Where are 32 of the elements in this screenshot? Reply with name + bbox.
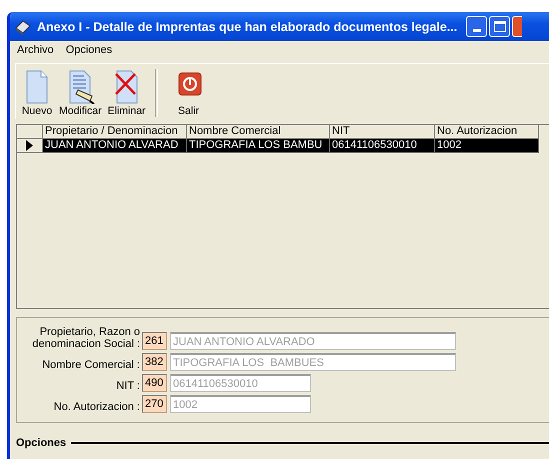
table-cell: 06141106530010 xyxy=(330,139,435,153)
column-header[interactable]: NIT xyxy=(330,125,435,139)
maximize-icon xyxy=(494,21,506,32)
table-cell: JUAN ANTONIO ALVARAD xyxy=(43,139,187,153)
section-title: Opciones xyxy=(16,437,66,449)
field-label: Propietario, Razon o denominacion Social : xyxy=(31,326,141,350)
table-row[interactable]: JUAN ANTONIO ALVARAD TIPOGRAFIA LOS BAMBU 06141106530010 1002 xyxy=(17,139,549,153)
field-code: 382 xyxy=(142,353,167,371)
app-icon xyxy=(14,18,32,34)
field-label: Nombre Comercial : xyxy=(41,359,141,371)
row-pointer-icon xyxy=(26,140,33,151)
field-code: 261 xyxy=(142,332,167,350)
column-header[interactable]: Nombre Comercial xyxy=(187,125,330,139)
toolbar-button[interactable]: Eliminar xyxy=(104,70,149,117)
table-cell: TIPOGRAFIA LOS BAMBU xyxy=(187,139,330,153)
window-title: Anexo I - Detalle de Imprentas que han elaborado documentos legale... xyxy=(37,20,458,34)
close-button[interactable] xyxy=(512,16,522,37)
column-header[interactable]: No. Autorizacion xyxy=(435,125,539,139)
menu-item[interactable]: Opciones xyxy=(66,44,112,58)
minimize-button[interactable] xyxy=(466,16,488,37)
menu-item[interactable]: Archivo xyxy=(17,44,54,58)
toolbar-button[interactable]: Modificar xyxy=(56,70,105,117)
column-header[interactable]: Propietario / Denominacion xyxy=(43,125,187,139)
field-code: 490 xyxy=(142,374,167,392)
table-cell: 1002 xyxy=(435,139,539,153)
toolbar-button[interactable]: Nuevo xyxy=(18,70,56,117)
field-code: 270 xyxy=(142,395,167,413)
minimize-icon xyxy=(472,29,481,32)
toolbar-button[interactable]: Salir xyxy=(170,70,208,117)
field-label: No. Autorizacion : xyxy=(52,401,141,413)
field-label: NIT : xyxy=(115,380,141,392)
maximize-button[interactable] xyxy=(489,16,510,37)
